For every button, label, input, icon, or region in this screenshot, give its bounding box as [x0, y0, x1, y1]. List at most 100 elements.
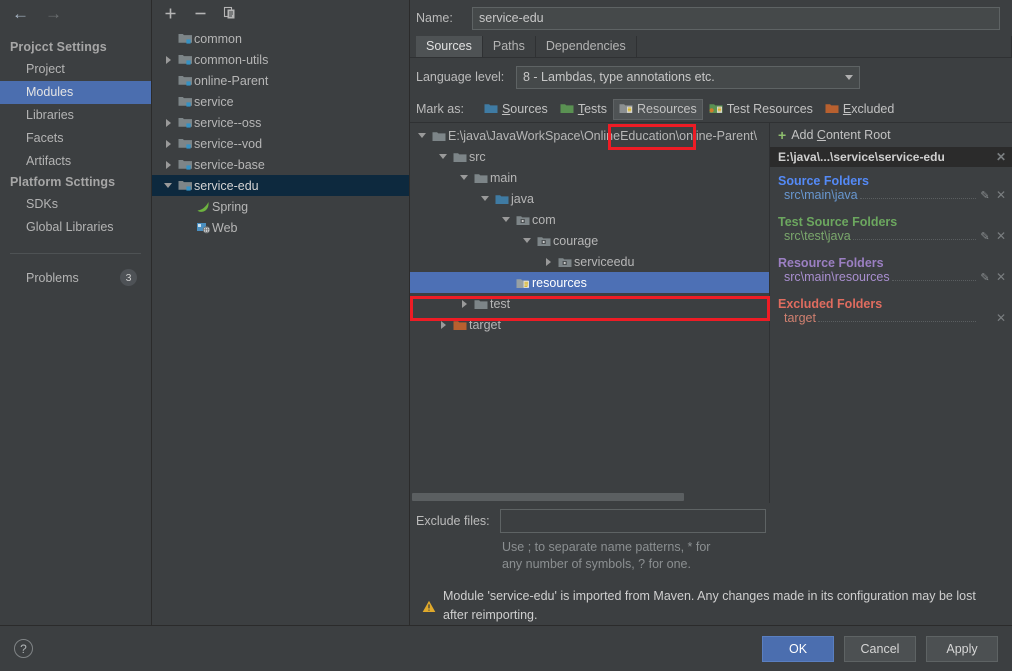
source-tree-row[interactable]: E:\java\JavaWorkSpace\OnlineEducation\on…	[410, 125, 769, 146]
module-list-item[interactable]: service-edu	[152, 175, 409, 196]
chevron-right-icon[interactable]	[165, 139, 171, 148]
folder-row[interactable]: src\main\resources ✎ ✕	[770, 270, 1012, 290]
ok-button[interactable]: OK	[762, 635, 834, 662]
apply-button[interactable]: Apply	[926, 635, 998, 662]
chevron-down-icon[interactable]	[439, 154, 447, 159]
module-list-item[interactable]: Spring	[152, 196, 409, 217]
folder-row[interactable]: target ✕	[770, 311, 1012, 331]
tree-twisty[interactable]	[456, 175, 472, 180]
module-list-item[interactable]: service-base	[152, 154, 409, 175]
remove-folder-icon[interactable]: ✕	[992, 188, 1006, 202]
module-list-item[interactable]: common-utils	[152, 49, 409, 70]
module-twisty[interactable]	[160, 118, 176, 127]
tree-twisty[interactable]	[414, 133, 430, 138]
tree-twisty[interactable]	[519, 238, 535, 243]
module-list-item[interactable]: service--vod	[152, 133, 409, 154]
chevron-down-icon[interactable]	[481, 196, 489, 201]
arrow-right-icon[interactable]: →	[45, 5, 62, 22]
modules-list[interactable]: common common-utils online-Parent service se…	[152, 26, 409, 625]
remove-module-button[interactable]	[192, 5, 208, 21]
source-tree-row[interactable]: resources	[410, 272, 769, 293]
tree-twisty[interactable]	[435, 320, 451, 329]
chevron-right-icon[interactable]	[440, 320, 446, 329]
mark-as-test-resources-button[interactable]: Test Resources	[703, 99, 819, 120]
sidebar-item-facets[interactable]: Facets	[0, 127, 151, 150]
remove-folder-icon[interactable]: ✕	[992, 270, 1006, 284]
exclude-files-input[interactable]	[500, 509, 766, 533]
remove-content-root-icon[interactable]: ✕	[990, 150, 1006, 164]
tabs-filler	[637, 36, 1012, 57]
chevron-right-icon[interactable]	[165, 160, 171, 169]
edit-folder-icon[interactable]: ✎	[978, 271, 992, 284]
mark-as-resources-button[interactable]: Resources	[613, 98, 703, 120]
source-folder-tree[interactable]: E:\java\JavaWorkSpace\OnlineEducation\on…	[410, 123, 769, 491]
sidebar-item-artifacts[interactable]: Artifacts	[0, 150, 151, 173]
language-level-select[interactable]: 8 - Lambdas, type annotations etc.	[516, 65, 860, 89]
source-tree-row[interactable]: main	[410, 167, 769, 188]
tab-paths[interactable]: Paths	[483, 36, 536, 57]
source-tree-row[interactable]: courage	[410, 230, 769, 251]
sidebar-item-problems[interactable]: Problems 3	[0, 266, 151, 289]
folder-row[interactable]: src\main\java ✎ ✕	[770, 188, 1012, 208]
project-settings-header: Projcct Settings	[10, 40, 107, 54]
add-module-button[interactable]	[162, 5, 178, 21]
tree-twisty[interactable]	[477, 196, 493, 201]
source-tree-row[interactable]: target	[410, 314, 769, 335]
edit-folder-icon[interactable]: ✎	[978, 189, 992, 202]
module-twisty[interactable]	[160, 160, 176, 169]
source-tree-row[interactable]: com	[410, 209, 769, 230]
source-tree-row-label: test	[490, 296, 511, 311]
sidebar-item-global-libraries[interactable]: Global Libraries	[0, 216, 151, 239]
remove-folder-icon[interactable]: ✕	[992, 229, 1006, 243]
tab-dependencies[interactable]: Dependencies	[536, 36, 637, 57]
module-twisty[interactable]	[160, 55, 176, 64]
help-button[interactable]: ?	[14, 639, 33, 658]
edit-folder-icon[interactable]: ✎	[978, 230, 992, 243]
folder-row-dots	[859, 198, 976, 199]
add-content-root-button[interactable]: + Add Content Root	[770, 123, 1012, 147]
cancel-button[interactable]: Cancel	[844, 635, 916, 662]
folder-section: Test Source Folders src\test\java ✎ ✕	[770, 208, 1012, 249]
chevron-right-icon[interactable]	[461, 299, 467, 308]
copy-module-button[interactable]	[222, 5, 238, 21]
remove-folder-icon[interactable]: ✕	[992, 311, 1006, 325]
sidebar-item-libraries[interactable]: Libraries	[0, 104, 151, 127]
arrow-left-icon[interactable]: ←	[12, 5, 29, 22]
module-list-item[interactable]: service	[152, 91, 409, 112]
tree-twisty[interactable]	[540, 257, 556, 266]
source-tree-row[interactable]: test	[410, 293, 769, 314]
source-tree-row[interactable]: java	[410, 188, 769, 209]
module-list-item[interactable]: common	[152, 28, 409, 49]
mark-as-excluded-button[interactable]: Excluded	[819, 99, 900, 120]
sidebar-item-project[interactable]: Project	[0, 58, 151, 81]
chevron-right-icon[interactable]	[165, 118, 171, 127]
module-list-item[interactable]: online-Parent	[152, 70, 409, 91]
chevron-down-icon[interactable]	[164, 183, 172, 188]
sidebar-item-sdks[interactable]: SDKs	[0, 193, 151, 216]
tree-twisty[interactable]	[498, 217, 514, 222]
folder-section-title: Test Source Folders	[778, 215, 898, 229]
chevron-down-icon[interactable]	[523, 238, 531, 243]
module-name-input[interactable]	[472, 6, 1000, 30]
module-twisty[interactable]	[160, 183, 176, 188]
mark-as-tests-label: Tests	[577, 102, 607, 116]
mark-as-tests-button[interactable]: Tests	[554, 99, 613, 120]
source-tree-row[interactable]: serviceedu	[410, 251, 769, 272]
module-list-item[interactable]: Web	[152, 217, 409, 238]
source-tree-row[interactable]: src	[410, 146, 769, 167]
tree-twisty[interactable]	[456, 299, 472, 308]
folder-row[interactable]: src\test\java ✎ ✕	[770, 229, 1012, 249]
tab-sources[interactable]: Sources	[416, 36, 483, 57]
module-list-item[interactable]: service--oss	[152, 112, 409, 133]
chevron-right-icon[interactable]	[165, 55, 171, 64]
sidebar-item-modules[interactable]: Modules	[0, 81, 151, 104]
module-twisty[interactable]	[160, 139, 176, 148]
chevron-right-icon[interactable]	[545, 257, 551, 266]
chevron-down-icon[interactable]	[460, 175, 468, 180]
tree-horizontal-scrollbar[interactable]	[410, 491, 769, 503]
tree-twisty[interactable]	[435, 154, 451, 159]
chevron-down-icon[interactable]	[502, 217, 510, 222]
chevron-down-icon[interactable]	[418, 133, 426, 138]
tree-scrollbar-thumb[interactable]	[412, 493, 684, 501]
mark-as-sources-button[interactable]: Sources	[478, 99, 554, 120]
